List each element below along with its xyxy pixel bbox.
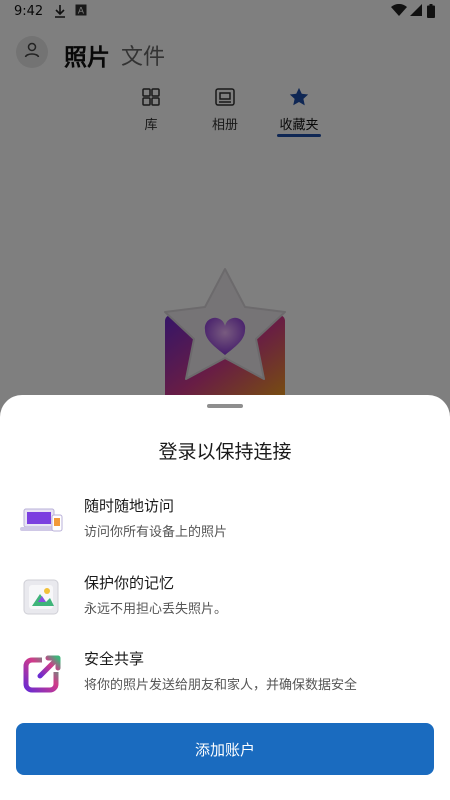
feature-description: 将你的照片发送给朋友和家人，并确保数据安全 — [84, 678, 358, 693]
feature-title: 安全共享 — [84, 650, 145, 668]
sheet-title: 登录以保持连接 — [158, 441, 292, 463]
feature-title: 保护你的记忆 — [84, 574, 175, 592]
add-account-button[interactable]: 添加账户 — [16, 723, 434, 775]
photos-app: 9:42 A 照片 文件 库 — [0, 0, 450, 800]
devices-icon — [18, 497, 66, 545]
share-icon — [18, 650, 66, 698]
photo-protect-icon — [18, 574, 66, 622]
drag-handle[interactable] — [207, 404, 243, 408]
sign-in-bottom-sheet: 登录以保持连接 随时随地访问 访问你所有设备上的照片 保护你的记忆 永远不用担心… — [0, 395, 450, 800]
feature-protect-memories: 保护你的记忆 永远不用担心丢失照片。 — [0, 572, 450, 632]
feature-title: 随时随地访问 — [84, 497, 175, 515]
feature-description: 永远不用担心丢失照片。 — [84, 602, 228, 617]
feature-secure-sharing: 安全共享 将你的照片发送给朋友和家人，并确保数据安全 — [0, 648, 450, 708]
feature-access-anywhere: 随时随地访问 访问你所有设备上的照片 — [0, 495, 450, 555]
feature-description: 访问你所有设备上的照片 — [84, 525, 228, 540]
